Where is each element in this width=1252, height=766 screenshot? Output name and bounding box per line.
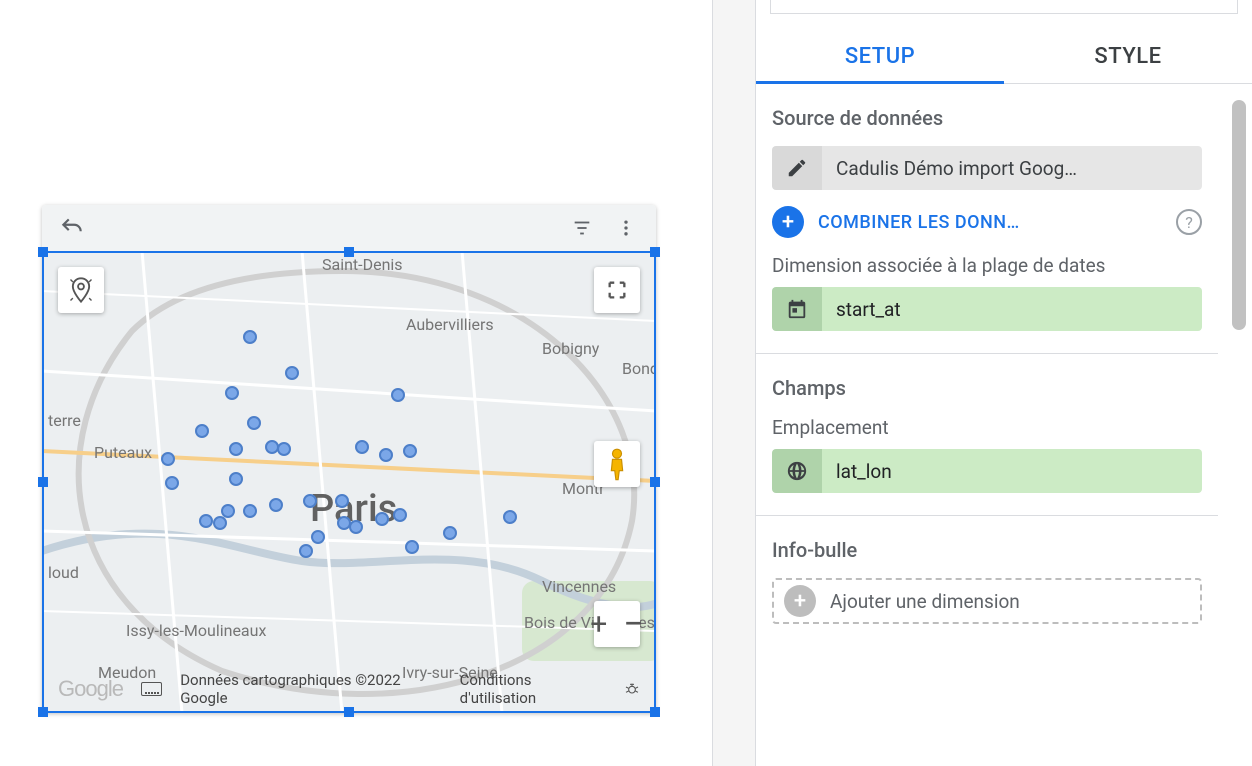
zoom-out-button[interactable]: − — [623, 601, 644, 647]
more-menu-icon[interactable] — [608, 210, 644, 246]
streetview-button[interactable] — [594, 441, 640, 487]
data-point[interactable] — [269, 498, 283, 512]
section-datasource: Source de données Cadulis Démo import Go… — [756, 84, 1218, 354]
data-point[interactable] — [349, 520, 363, 534]
data-point[interactable] — [335, 494, 349, 508]
district-label: loud — [48, 563, 79, 582]
scrollbar-thumb[interactable] — [1232, 100, 1246, 330]
edit-icon[interactable] — [772, 146, 822, 190]
district-label: terre — [48, 411, 81, 430]
field-name: lat_lon — [822, 449, 1202, 493]
data-point[interactable] — [391, 388, 405, 402]
district-label: Bond — [622, 359, 656, 378]
map-footer: Google Données cartographiques ©2022 Goo… — [42, 671, 656, 707]
field-name: start_at — [822, 287, 1202, 331]
canvas-area: Saint-Denis Aubervilliers Bobigny Bond terre… — [0, 0, 712, 766]
section-title: Champs — [772, 376, 1202, 400]
data-point[interactable] — [199, 514, 213, 528]
data-point[interactable] — [375, 512, 389, 526]
data-point[interactable] — [243, 330, 257, 344]
zoom-controls: + − — [594, 601, 640, 647]
data-point[interactable] — [443, 526, 457, 540]
keyboard-shortcut-icon[interactable] — [141, 682, 162, 696]
data-point[interactable] — [503, 510, 517, 524]
data-point[interactable] — [393, 508, 407, 522]
data-point[interactable] — [355, 440, 369, 454]
fullscreen-button[interactable] — [594, 267, 640, 313]
district-label: Vincennes — [542, 577, 616, 596]
panel-tabs: SETUP STYLE — [756, 28, 1252, 84]
tab-style[interactable]: STYLE — [1004, 28, 1252, 83]
data-point[interactable] — [195, 424, 209, 438]
district-label: Issy-les-Moulineaux — [126, 621, 266, 640]
add-dimension-button[interactable]: + Ajouter une dimension — [772, 578, 1202, 624]
data-point[interactable] — [225, 386, 239, 400]
data-point[interactable] — [277, 442, 291, 456]
add-dimension-label: Ajouter une dimension — [830, 590, 1020, 613]
plus-icon: + — [784, 585, 816, 617]
section-title: Source de données — [772, 106, 1202, 130]
data-point[interactable] — [247, 416, 261, 430]
zoom-in-button[interactable]: + — [590, 601, 607, 647]
section-title: Info-bulle — [772, 538, 1202, 562]
calendar-icon — [772, 287, 822, 331]
combine-data-button[interactable]: COMBINER LES DONN… — [818, 212, 1162, 233]
tab-setup[interactable]: SETUP — [756, 28, 1004, 83]
data-point[interactable] — [405, 540, 419, 554]
district-label: Bobigny — [542, 339, 599, 358]
data-point[interactable] — [213, 516, 227, 530]
section-fields: Champs Emplacement lat_lon — [756, 354, 1218, 516]
globe-icon — [772, 449, 822, 493]
map-terms-link[interactable]: Conditions d'utilisation — [460, 671, 606, 707]
district-label: Puteaux — [94, 443, 152, 462]
data-point[interactable] — [285, 366, 299, 380]
combine-data-row: + COMBINER LES DONN… ? — [772, 206, 1202, 238]
help-icon[interactable]: ? — [1176, 209, 1202, 235]
panel-top-border — [770, 0, 1238, 14]
panel-scroll[interactable]: Source de données Cadulis Démo import Go… — [756, 84, 1252, 766]
data-point[interactable] — [161, 452, 175, 466]
data-point[interactable] — [165, 476, 179, 490]
date-dimension-field[interactable]: start_at — [772, 287, 1202, 331]
district-label: Saint-Denis — [322, 255, 403, 274]
datasource-name: Cadulis Démo import Goog… — [822, 146, 1202, 190]
map-chart[interactable]: Saint-Denis Aubervilliers Bobigny Bond terre… — [42, 205, 656, 713]
map-viewport[interactable]: Saint-Denis Aubervilliers Bobigny Bond terre… — [42, 251, 656, 713]
panel-gutter — [712, 0, 756, 766]
district-label: Aubervilliers — [406, 315, 494, 334]
data-point[interactable] — [229, 472, 243, 486]
data-point[interactable] — [243, 504, 257, 518]
locate-button[interactable] — [58, 267, 104, 313]
date-dimension-label: Dimension associée à la plage de dates — [772, 254, 1202, 277]
data-point[interactable] — [379, 448, 393, 462]
properties-panel: SETUP STYLE Source de données Cadulis Dé… — [756, 0, 1252, 766]
data-point[interactable] — [311, 530, 325, 544]
plus-icon[interactable]: + — [772, 206, 804, 238]
map-attribution: Données cartographiques ©2022 Google — [180, 671, 441, 707]
data-point[interactable] — [229, 442, 243, 456]
section-tooltip: Info-bulle + Ajouter une dimension — [756, 516, 1218, 646]
filter-icon[interactable] — [564, 210, 600, 246]
location-field[interactable]: lat_lon — [772, 449, 1202, 493]
map-toolbar — [42, 205, 656, 251]
data-point[interactable] — [299, 544, 313, 558]
report-problem-icon[interactable] — [624, 681, 640, 697]
datasource-chip[interactable]: Cadulis Démo import Goog… — [772, 146, 1202, 190]
data-point[interactable] — [403, 444, 417, 458]
google-logo: Google — [58, 676, 123, 702]
data-point[interactable] — [303, 494, 317, 508]
undo-button[interactable] — [54, 210, 90, 246]
location-label: Emplacement — [772, 416, 1202, 439]
